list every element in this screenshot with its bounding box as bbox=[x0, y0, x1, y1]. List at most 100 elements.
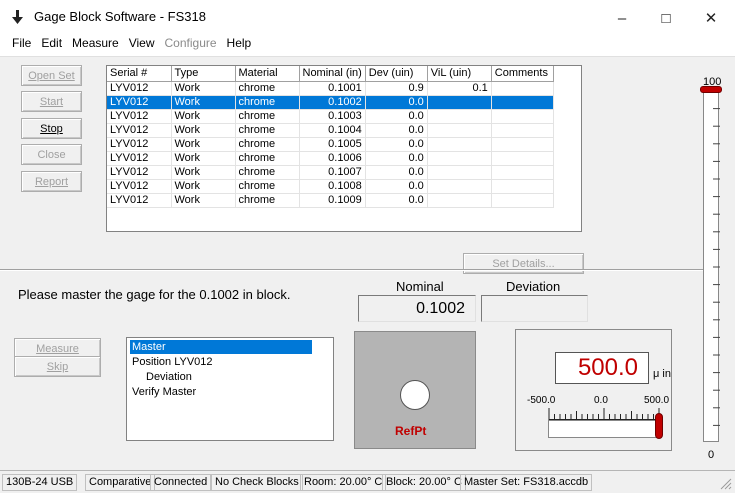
cell-comments bbox=[491, 81, 554, 96]
cell-vil bbox=[427, 95, 492, 110]
cell-vil bbox=[427, 165, 492, 180]
menu-edit[interactable]: Edit bbox=[36, 34, 67, 54]
block-grid[interactable]: Serial # Type Material Nominal (in) Dev … bbox=[106, 65, 582, 232]
cell-comments bbox=[491, 151, 554, 166]
cell-serial: LYV012 bbox=[107, 151, 172, 166]
gauge-max-label: 500.0 bbox=[644, 395, 670, 406]
table-row[interactable]: LYV012 Work chrome 0.1004 0.0 bbox=[107, 123, 554, 138]
table-row[interactable]: LYV012 Work chrome 0.1009 0.0 bbox=[107, 193, 554, 208]
cell-serial: LYV012 bbox=[107, 109, 172, 124]
list-item[interactable]: Position LYV012 bbox=[130, 355, 213, 369]
table-row[interactable]: LYV012 Work chrome 0.1001 0.9 0.1 bbox=[107, 81, 554, 96]
vertical-gauge-track bbox=[703, 90, 720, 442]
vertical-gauge-min-label: 0 bbox=[708, 449, 715, 461]
cell-dev: 0.0 bbox=[365, 123, 428, 138]
menu-bar: File Edit Measure View Configure Help bbox=[0, 34, 735, 54]
open-set-button[interactable]: Open Set bbox=[21, 65, 82, 86]
cell-vil bbox=[427, 123, 492, 138]
refpt-panel: RefPt bbox=[354, 331, 476, 449]
cell-serial: LYV012 bbox=[107, 137, 172, 152]
step-list[interactable]: Master Position LYV012 Deviation Verify … bbox=[126, 337, 334, 441]
column-header-serial[interactable]: Serial # bbox=[107, 66, 172, 82]
cell-comments bbox=[491, 179, 554, 194]
refpt-label: RefPt bbox=[395, 424, 427, 438]
cell-dev: 0.0 bbox=[365, 179, 428, 194]
table-row[interactable]: LYV012 Work chrome 0.1005 0.0 bbox=[107, 137, 554, 152]
cell-vil bbox=[427, 109, 492, 124]
list-item[interactable]: Deviation bbox=[130, 370, 192, 384]
menu-measure[interactable]: Measure bbox=[67, 34, 124, 54]
gauge-needle bbox=[655, 413, 663, 439]
close-set-button[interactable]: Close bbox=[21, 144, 82, 165]
vertical-gauge-indicator bbox=[700, 86, 722, 93]
vertical-gauge-ticks bbox=[713, 108, 720, 426]
status-room-temp: Room: 20.00° C bbox=[300, 474, 387, 491]
cell-material: chrome bbox=[235, 137, 300, 152]
cell-type: Work bbox=[171, 81, 236, 96]
cell-nominal: 0.1007 bbox=[299, 165, 366, 180]
list-item[interactable]: Verify Master bbox=[130, 385, 196, 399]
nominal-label: Nominal bbox=[396, 279, 444, 294]
gauge-mid-label: 0.0 bbox=[594, 395, 608, 406]
table-row-selected[interactable]: LYV012 Work chrome 0.1002 0.0 bbox=[107, 95, 554, 110]
gauge-track bbox=[548, 420, 660, 438]
cell-type: Work bbox=[171, 193, 236, 208]
menu-configure[interactable]: Configure bbox=[160, 34, 222, 54]
start-button[interactable]: Start bbox=[21, 91, 82, 112]
cell-material: chrome bbox=[235, 151, 300, 166]
list-item-selected[interactable]: Master bbox=[130, 340, 312, 354]
close-button[interactable]: ✕ bbox=[689, 4, 733, 32]
cell-vil bbox=[427, 151, 492, 166]
status-master-set: Master Set: FS318.accdb bbox=[460, 474, 593, 491]
column-header-comments[interactable]: Comments bbox=[491, 66, 554, 82]
cell-dev: 0.0 bbox=[365, 109, 428, 124]
gauge-scale bbox=[548, 408, 660, 420]
column-header-vil[interactable]: ViL (uin) bbox=[427, 66, 492, 82]
cell-serial: LYV012 bbox=[107, 95, 172, 110]
cell-comments bbox=[491, 193, 554, 208]
skip-button[interactable]: Skip bbox=[14, 356, 101, 377]
table-row[interactable]: LYV012 Work chrome 0.1003 0.0 bbox=[107, 109, 554, 124]
cell-comments bbox=[491, 165, 554, 180]
refpt-indicator bbox=[400, 380, 430, 410]
status-device: 130B-24 USB bbox=[2, 474, 78, 491]
cell-type: Work bbox=[171, 95, 236, 110]
status-bar: 130B-24 USB Comparative Connected No Che… bbox=[0, 470, 735, 493]
cell-nominal: 0.1005 bbox=[299, 137, 366, 152]
cell-type: Work bbox=[171, 165, 236, 180]
cell-nominal: 0.1008 bbox=[299, 179, 366, 194]
menu-help[interactable]: Help bbox=[222, 34, 257, 54]
menu-file[interactable]: File bbox=[7, 34, 36, 54]
status-mode: Comparative bbox=[85, 474, 156, 491]
table-row[interactable]: LYV012 Work chrome 0.1006 0.0 bbox=[107, 151, 554, 166]
column-header-material[interactable]: Material bbox=[235, 66, 300, 82]
cell-dev: 0.0 bbox=[365, 165, 428, 180]
menu-view[interactable]: View bbox=[124, 34, 160, 54]
cell-dev: 0.0 bbox=[365, 137, 428, 152]
column-header-dev[interactable]: Dev (uin) bbox=[365, 66, 428, 82]
table-row[interactable]: LYV012 Work chrome 0.1007 0.0 bbox=[107, 165, 554, 180]
table-row[interactable]: LYV012 Work chrome 0.1008 0.0 bbox=[107, 179, 554, 194]
minimize-button[interactable]: – bbox=[600, 4, 644, 32]
cell-nominal: 0.1003 bbox=[299, 109, 366, 124]
resize-grip-icon[interactable] bbox=[718, 476, 732, 490]
grid-header-row: Serial # Type Material Nominal (in) Dev … bbox=[107, 66, 554, 82]
deviation-field bbox=[481, 295, 588, 322]
maximize-button[interactable]: □ bbox=[644, 4, 688, 32]
cell-type: Work bbox=[171, 179, 236, 194]
cell-comments bbox=[491, 137, 554, 152]
gauge-panel: 500.0 μ in -500.0 0.0 500.0 bbox=[515, 329, 672, 451]
title-bar: Gage Block Software - FS318 – □ ✕ bbox=[0, 0, 735, 34]
gauge-readout: 500.0 bbox=[555, 352, 649, 384]
deviation-label: Deviation bbox=[506, 279, 561, 294]
report-button[interactable]: Report bbox=[21, 171, 82, 192]
gauge-min-label: -500.0 bbox=[527, 395, 556, 406]
status-block-temp: Block: 20.00° C bbox=[382, 474, 466, 491]
cell-material: chrome bbox=[235, 165, 300, 180]
cell-material: chrome bbox=[235, 95, 300, 110]
column-header-nominal[interactable]: Nominal (in) bbox=[299, 66, 366, 82]
stop-button[interactable]: Stop bbox=[21, 118, 82, 139]
cell-serial: LYV012 bbox=[107, 193, 172, 208]
column-header-type[interactable]: Type bbox=[171, 66, 236, 82]
cell-dev: 0.0 bbox=[365, 95, 428, 110]
